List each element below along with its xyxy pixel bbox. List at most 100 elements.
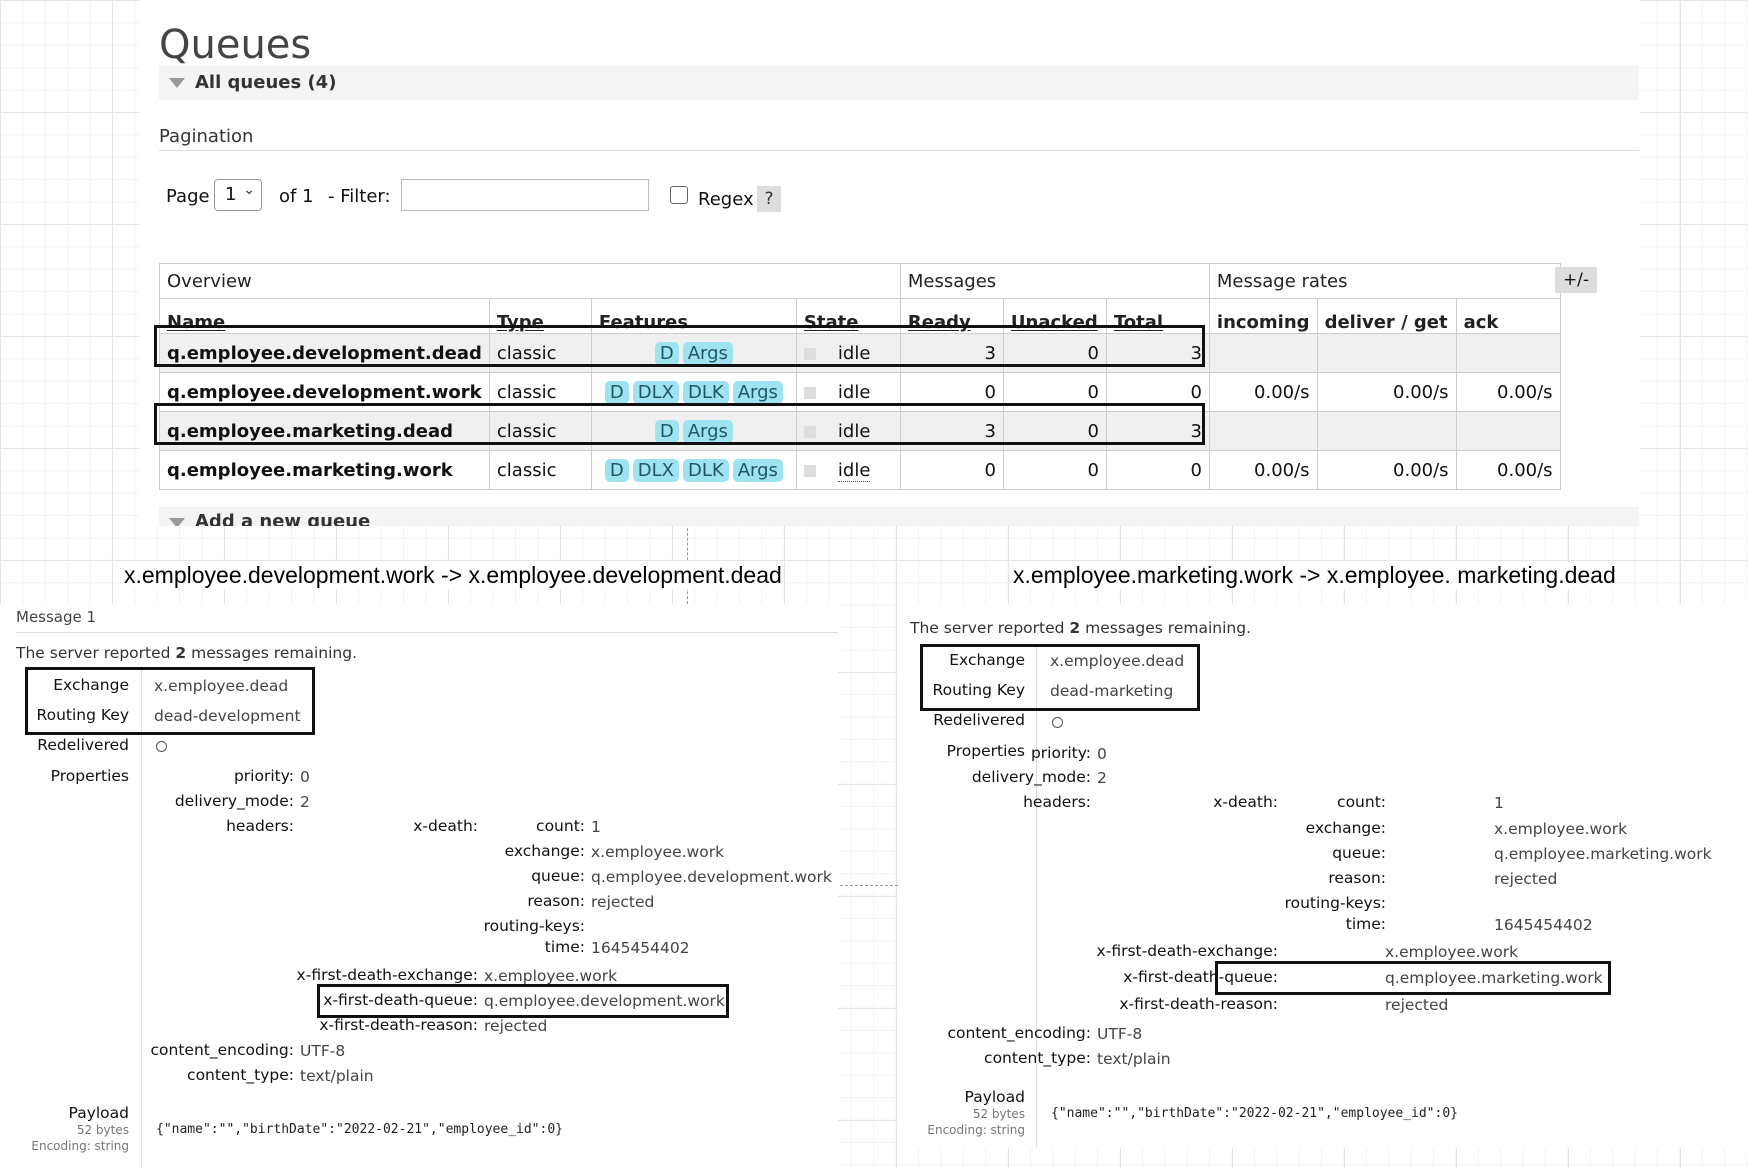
- headers-label: headers:: [226, 817, 294, 835]
- first-death-reason-label: x-first-death-reason:: [319, 1016, 478, 1034]
- payload-label: Payload: [68, 1104, 129, 1122]
- priority-value: 0: [1097, 745, 1107, 763]
- message-title: Message 1: [16, 608, 97, 626]
- table-row: q.employee.marketing.work classic D DLX DL…: [159, 450, 1561, 490]
- count-label: count:: [536, 817, 585, 835]
- label-column-divider: [141, 666, 142, 1168]
- unacked-count: 0: [1002, 450, 1107, 490]
- first-death-reason-label: x-first-death-reason:: [1119, 995, 1278, 1013]
- x-death-label: x-death:: [413, 817, 478, 835]
- payload-size: 52 bytes: [972, 1107, 1025, 1121]
- content-type-value: text/plain: [300, 1067, 374, 1085]
- redelivered-label: Redelivered: [37, 736, 129, 754]
- first-death-exchange-label: x-first-death-exchange:: [1096, 942, 1278, 960]
- state-indicator-icon: [803, 464, 816, 477]
- highlight-box: [317, 984, 729, 1018]
- group-header-overview: Overview: [159, 263, 901, 299]
- group-header-messages: Messages: [899, 263, 1210, 299]
- pagination-title: Pagination: [159, 126, 254, 147]
- feature-badge: Args: [732, 380, 783, 404]
- deliver-get-rate: [1316, 333, 1457, 373]
- payload-size: 52 bytes: [76, 1123, 129, 1137]
- label-column-divider: [1036, 644, 1037, 1148]
- delivery-mode-label: delivery_mode:: [174, 792, 294, 810]
- ack-rate: 0.00/s: [1455, 450, 1561, 490]
- queue-label: queue:: [531, 867, 585, 885]
- xd-exchange-value: x.employee.work: [1494, 820, 1628, 838]
- delivery-mode-value: 2: [1097, 769, 1107, 787]
- feature-badge: D: [604, 380, 629, 404]
- filter-input[interactable]: [401, 179, 649, 211]
- time-value: 1645454402: [1494, 916, 1593, 934]
- count-value: 1: [1494, 794, 1504, 812]
- content-encoding-label: content_encoding:: [150, 1041, 295, 1059]
- queue-name-link[interactable]: q.employee.marketing.work: [159, 450, 490, 490]
- content-type-label: content_type:: [187, 1066, 294, 1084]
- reason-value: rejected: [591, 893, 655, 911]
- redelivered-circle-icon: [1052, 717, 1063, 728]
- server-report-text: The server reported 2 messages remaining…: [16, 644, 357, 662]
- divider: [159, 150, 1639, 151]
- incoming-rate: 0.00/s: [1208, 372, 1318, 412]
- add-new-queue-section-header[interactable]: Add a new queue: [159, 507, 1639, 526]
- delivery-mode-value: 2: [300, 793, 310, 811]
- content-type-label: content_type:: [984, 1049, 1091, 1067]
- feature-badge: DLX: [632, 380, 679, 404]
- time-label: time:: [544, 938, 585, 956]
- state-text: idle: [837, 381, 871, 404]
- priority-label: priority:: [233, 767, 294, 785]
- chevron-down-icon: ⌄: [243, 182, 255, 198]
- payload-encoding: Encoding: string: [927, 1123, 1025, 1137]
- incoming-rate: [1208, 333, 1318, 373]
- remaining-count: 2: [1069, 619, 1081, 637]
- redelivered-label: Redelivered: [933, 711, 1025, 729]
- xd-exchange-label: exchange:: [504, 842, 585, 860]
- column-header-incoming: incoming: [1208, 298, 1318, 334]
- page-select[interactable]: 1 ⌄: [214, 179, 262, 211]
- regex-help-button[interactable]: ?: [757, 186, 781, 212]
- payload-value: {"name":"","birthDate":"2022-02-21","emp…: [156, 1122, 563, 1137]
- feature-badge: Args: [732, 458, 783, 482]
- left-message-panel: Message 1 The server reported 2 messages…: [0, 604, 838, 1168]
- server-report-prefix: The server reported: [910, 619, 1065, 637]
- all-queues-section-header[interactable]: All queues (4): [159, 66, 1639, 100]
- xd-exchange-value: x.employee.work: [591, 843, 725, 861]
- deliver-get-rate: [1316, 411, 1457, 451]
- content-encoding-value: UTF-8: [300, 1042, 346, 1060]
- column-toggle-button[interactable]: +/-: [1555, 267, 1597, 293]
- state-text: idle: [837, 459, 871, 482]
- payload-label: Payload: [964, 1088, 1025, 1106]
- highlight-box: [25, 667, 315, 735]
- highlight-box: [1215, 961, 1611, 995]
- content-encoding-value: UTF-8: [1097, 1025, 1143, 1043]
- routing-keys-label: routing-keys:: [483, 917, 585, 935]
- priority-value: 0: [300, 768, 310, 786]
- state-indicator-icon: [803, 386, 816, 399]
- highlight-box: [154, 325, 1205, 367]
- first-death-reason-value: rejected: [1385, 996, 1449, 1014]
- page-label: Page: [166, 186, 210, 207]
- ack-rate: 0.00/s: [1455, 372, 1561, 412]
- feature-badge: DLK: [683, 458, 729, 482]
- incoming-rate: [1208, 411, 1318, 451]
- time-value: 1645454402: [591, 939, 690, 957]
- time-label: time:: [1345, 915, 1386, 933]
- all-queues-label: All queues (4): [195, 72, 337, 93]
- right-message-panel: The server reported 2 messages remaining…: [898, 604, 1748, 1148]
- queue-label: queue:: [1332, 844, 1386, 862]
- ack-rate: [1455, 411, 1561, 451]
- feature-badge: D: [604, 458, 629, 482]
- server-report-suffix: messages remaining.: [1085, 619, 1251, 637]
- regex-checkbox[interactable]: [670, 186, 688, 204]
- delivery-mode-label: delivery_mode:: [971, 768, 1091, 786]
- page-title: Queues: [159, 22, 312, 68]
- server-report-prefix: The server reported: [16, 644, 171, 662]
- queues-table: Overview Messages Message rates Name Typ…: [159, 263, 1561, 490]
- right-caption: x.employee.marketing.work -> x.employee.…: [1013, 562, 1616, 589]
- queue-value: q.employee.marketing.work: [1494, 845, 1712, 863]
- collapse-triangle-icon: [169, 78, 185, 88]
- ready-count: 0: [899, 450, 1004, 490]
- deliver-get-rate: 0.00/s: [1316, 372, 1457, 412]
- incoming-rate: 0.00/s: [1208, 450, 1318, 490]
- payload-value: {"name":"","birthDate":"2022-02-21","emp…: [1051, 1106, 1458, 1121]
